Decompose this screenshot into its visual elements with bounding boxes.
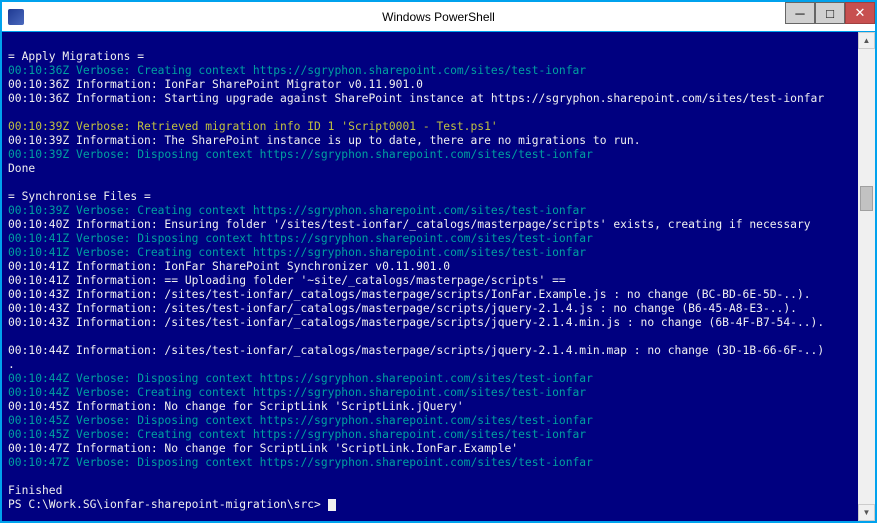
terminal-line [8, 36, 852, 50]
terminal-line: Finished [8, 484, 852, 498]
terminal-line: = Synchronise Files = [8, 190, 852, 204]
terminal-line: 00:10:41Z Information: IonFar SharePoint… [8, 260, 852, 274]
terminal-line: 00:10:43Z Information: /sites/test-ionfa… [8, 288, 852, 302]
terminal-line [8, 106, 852, 120]
window-buttons: ─ □ ✕ [785, 2, 875, 24]
terminal-line: 00:10:47Z Verbose: Disposing context htt… [8, 456, 852, 470]
terminal-line: 00:10:44Z Verbose: Disposing context htt… [8, 372, 852, 386]
terminal-line: 00:10:39Z Verbose: Creating context http… [8, 204, 852, 218]
maximize-button[interactable]: □ [815, 2, 845, 24]
terminal-line: 00:10:36Z Information: IonFar SharePoint… [8, 78, 852, 92]
terminal-line: 00:10:43Z Information: /sites/test-ionfa… [8, 316, 852, 330]
app-icon [8, 9, 24, 25]
terminal-line: 00:10:39Z Verbose: Disposing context htt… [8, 148, 852, 162]
scroll-down-button[interactable]: ▼ [858, 504, 875, 521]
terminal-line: Done [8, 162, 852, 176]
terminal-line [8, 470, 852, 484]
terminal-container: = Apply Migrations =00:10:36Z Verbose: C… [2, 32, 875, 521]
terminal-line: 00:10:41Z Information: == Uploading fold… [8, 274, 852, 288]
terminal-line: 00:10:44Z Verbose: Creating context http… [8, 386, 852, 400]
scroll-up-button[interactable]: ▲ [858, 32, 875, 49]
scrollbar[interactable]: ▲ ▼ [858, 32, 875, 521]
terminal-line: 00:10:41Z Verbose: Creating context http… [8, 246, 852, 260]
window-title: Windows PowerShell [382, 10, 495, 24]
minimize-button[interactable]: ─ [785, 2, 815, 24]
terminal-line: 00:10:40Z Information: Ensuring folder '… [8, 218, 852, 232]
terminal-line [8, 176, 852, 190]
close-button[interactable]: ✕ [845, 2, 875, 24]
terminal-line: . [8, 358, 852, 372]
terminal-line: 00:10:45Z Verbose: Disposing context htt… [8, 414, 852, 428]
terminal-line: 00:10:39Z Verbose: Retrieved migration i… [8, 120, 852, 134]
titlebar[interactable]: Windows PowerShell ─ □ ✕ [2, 2, 875, 32]
scroll-track[interactable] [858, 49, 875, 504]
terminal-line: 00:10:36Z Information: Starting upgrade … [8, 92, 852, 106]
cursor-icon [328, 499, 336, 511]
terminal-line: 00:10:36Z Verbose: Creating context http… [8, 64, 852, 78]
powershell-window: Windows PowerShell ─ □ ✕ = Apply Migrati… [0, 0, 877, 523]
terminal-line: = Apply Migrations = [8, 50, 852, 64]
terminal-line: 00:10:45Z Verbose: Creating context http… [8, 428, 852, 442]
terminal-line: 00:10:43Z Information: /sites/test-ionfa… [8, 302, 852, 316]
terminal-line: 00:10:44Z Information: /sites/test-ionfa… [8, 344, 852, 358]
terminal-line: 00:10:41Z Verbose: Disposing context htt… [8, 232, 852, 246]
terminal-line: 00:10:47Z Information: No change for Scr… [8, 442, 852, 456]
terminal-line: 00:10:39Z Information: The SharePoint in… [8, 134, 852, 148]
terminal-output[interactable]: = Apply Migrations =00:10:36Z Verbose: C… [2, 32, 858, 521]
scroll-thumb[interactable] [860, 186, 873, 211]
terminal-line: 00:10:45Z Information: No change for Scr… [8, 400, 852, 414]
prompt-text: PS C:\Work.SG\ionfar-sharepoint-migratio… [8, 498, 328, 511]
prompt-line[interactable]: PS C:\Work.SG\ionfar-sharepoint-migratio… [8, 498, 852, 512]
terminal-line [8, 330, 852, 344]
